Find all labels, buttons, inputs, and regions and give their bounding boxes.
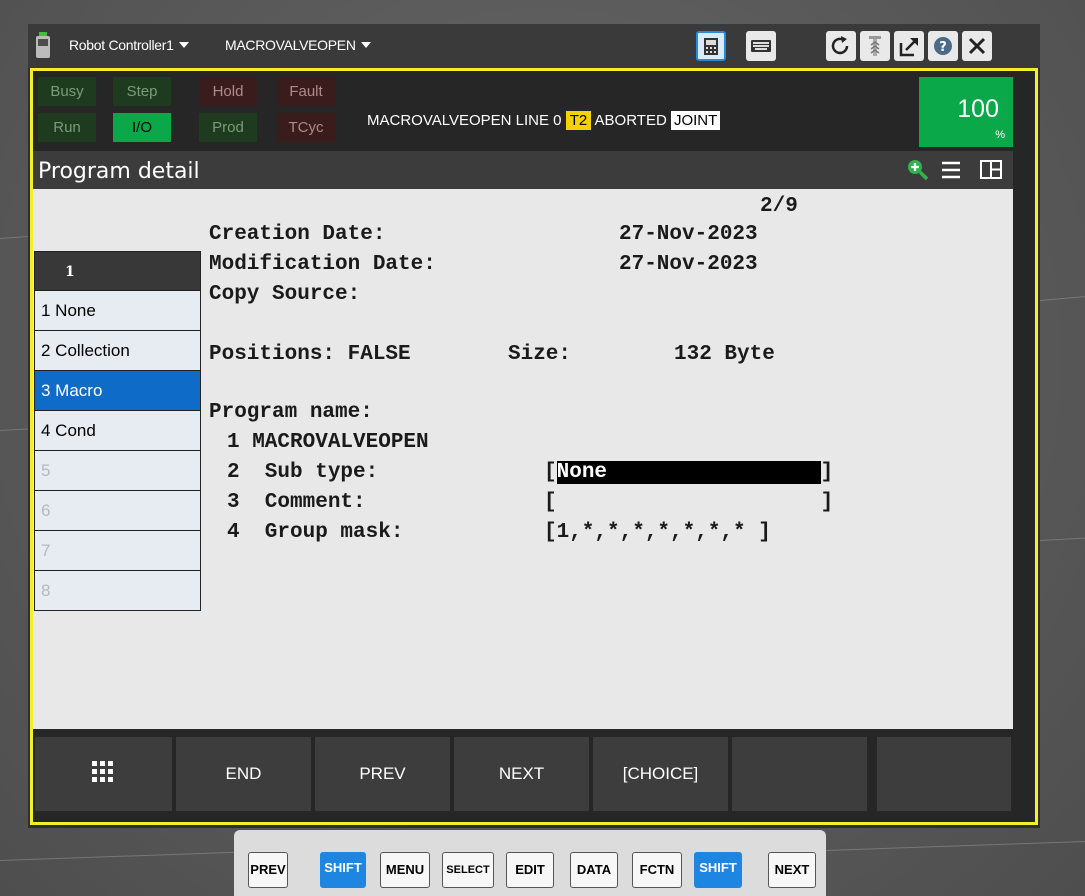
refresh-icon	[831, 36, 849, 55]
choice-item[interactable]: 8	[34, 571, 201, 611]
f2-prev-key[interactable]: PREV	[315, 737, 450, 811]
mode-badge: T2	[565, 111, 592, 130]
speed-override[interactable]: 100 %	[919, 77, 1013, 147]
f5-key[interactable]	[732, 737, 867, 811]
next-page-key[interactable]	[877, 737, 1011, 811]
edit-hard-key[interactable]: EDIT	[506, 852, 554, 888]
status-hold: Hold	[199, 77, 257, 106]
copy-source-label: Copy Source:	[209, 283, 361, 306]
choice-item[interactable]: 4 Cond	[34, 411, 201, 451]
keyboard-button[interactable]	[746, 31, 776, 61]
modification-date-value: 27-Nov-2023	[619, 253, 758, 276]
tp-view-icon	[704, 38, 718, 55]
sub-type-value: None	[556, 461, 821, 484]
override-unit: %	[995, 129, 1005, 141]
window-arrow-icon	[899, 38, 918, 57]
sub-type-bracket: ]	[820, 461, 834, 484]
menu-hard-key[interactable]: MENU	[380, 852, 430, 888]
close-icon	[968, 37, 986, 55]
keyboard-icon	[751, 40, 771, 52]
split-screen-icon[interactable]	[979, 157, 1005, 183]
status-message: MACROVALVEOPEN LINE 0 T2 ABORTED JOINT	[367, 111, 721, 130]
choice-item[interactable]: 6	[34, 491, 201, 531]
menu-grid-key[interactable]	[35, 737, 172, 811]
program-detail-content: 1 1 None 2 Collection 3 Macro 4 Cond 5 6…	[33, 189, 1013, 729]
hard-key-bar: PREV SHIFT MENU SELECT EDIT DATA FCTN SH…	[234, 830, 826, 896]
status-tcyc: TCyc	[277, 113, 335, 142]
next-hard-key[interactable]: NEXT	[768, 852, 816, 888]
comment-label: 3 Comment:	[227, 491, 366, 514]
tp-view-button[interactable]	[696, 31, 726, 61]
program-name-label: Program name:	[209, 401, 373, 424]
select-hard-key[interactable]: SELECT	[442, 852, 494, 888]
status-prod: Prod	[199, 113, 257, 142]
sub-type-label: 2 Sub type:	[227, 461, 379, 484]
status-io: I/O	[113, 113, 171, 142]
list-menu-icon[interactable]	[939, 157, 965, 183]
choice-item[interactable]: 7	[34, 531, 201, 571]
status-line: MACROVALVEOPEN LINE 0	[367, 112, 562, 129]
choice-list-header: 1	[34, 251, 201, 291]
svg-text:?: ?	[939, 40, 947, 55]
brake-button[interactable]	[860, 31, 890, 61]
program-name-field[interactable]: 1 MACROVALVEOPEN	[227, 431, 429, 454]
group-mask-field[interactable]: [1,*,*,*,*,*,*,* ]	[544, 521, 771, 544]
coord-badge: JOINT	[670, 111, 721, 130]
modification-date-label: Modification Date:	[209, 253, 436, 276]
page-title: Program detail	[38, 159, 200, 184]
window-arrow-button[interactable]	[894, 31, 924, 61]
size-label: Size:	[508, 343, 572, 366]
chevron-down-icon	[178, 42, 189, 48]
positions-label: Positions: FALSE	[209, 343, 411, 366]
f1-end-key[interactable]: END	[176, 737, 311, 811]
subtype-choice-list: 1 1 None 2 Collection 3 Macro 4 Cond 5 6…	[34, 251, 201, 611]
choice-item[interactable]: 5	[34, 451, 201, 491]
grid-menu-icon	[92, 761, 113, 782]
chevron-down-icon	[360, 42, 371, 48]
comment-field[interactable]: []	[544, 491, 833, 514]
comment-bracket: ]	[820, 491, 834, 514]
pendant-screen-frame: Busy Step Hold Fault Run I/O Prod TCyc M…	[30, 68, 1038, 825]
fctn-hard-key[interactable]: FCTN	[632, 852, 682, 888]
program-state: ABORTED	[594, 112, 667, 129]
shift-hard-key-left[interactable]: SHIFT	[320, 852, 366, 888]
override-value: 100	[957, 95, 999, 123]
help-button[interactable]: ?	[928, 31, 958, 61]
controller-dropdown[interactable]: Robot Controller1	[69, 37, 189, 53]
close-button[interactable]	[962, 31, 992, 61]
comment-bracket: [	[544, 491, 557, 514]
choice-item[interactable]: 1 None	[34, 291, 201, 331]
prev-hard-key[interactable]: PREV	[248, 852, 288, 888]
brake-icon	[869, 36, 881, 56]
data-hard-key[interactable]: DATA	[570, 852, 618, 888]
function-key-bar: END PREV NEXT [CHOICE]	[33, 731, 1013, 817]
help-icon: ?	[934, 37, 952, 55]
shift-hard-key-right[interactable]: SHIFT	[694, 852, 742, 888]
sub-type-field[interactable]: [None]	[544, 461, 833, 484]
size-value: 132 Byte	[674, 343, 775, 366]
sub-type-bracket: [	[544, 461, 557, 484]
f3-next-key[interactable]: NEXT	[454, 737, 589, 811]
zoom-in-icon[interactable]	[905, 157, 931, 183]
title-bar: Robot Controller1 MACROVALVEOPEN ?	[28, 24, 1040, 68]
program-name: MACROVALVEOPEN	[225, 37, 356, 53]
program-dropdown[interactable]: MACROVALVEOPEN	[225, 37, 371, 53]
choice-item-selected[interactable]: 3 Macro	[34, 371, 201, 411]
pendant-icon	[36, 32, 50, 58]
creation-date-value: 27-Nov-2023	[619, 223, 758, 246]
status-fault: Fault	[277, 77, 335, 106]
choice-item[interactable]: 2 Collection	[34, 331, 201, 371]
status-run: Run	[38, 113, 96, 142]
status-step: Step	[113, 77, 171, 106]
creation-date-label: Creation Date:	[209, 223, 386, 246]
controller-name: Robot Controller1	[69, 37, 174, 53]
teach-pendant-window: Robot Controller1 MACROVALVEOPEN ? Busy …	[28, 24, 1040, 828]
group-mask-label: 4 Group mask:	[227, 521, 404, 544]
f4-choice-key[interactable]: [CHOICE]	[593, 737, 728, 811]
page-indicator: 2/9	[760, 195, 798, 218]
screen-header: Program detail	[33, 151, 1013, 189]
refresh-button[interactable]	[826, 31, 856, 61]
status-busy: Busy	[38, 77, 96, 106]
